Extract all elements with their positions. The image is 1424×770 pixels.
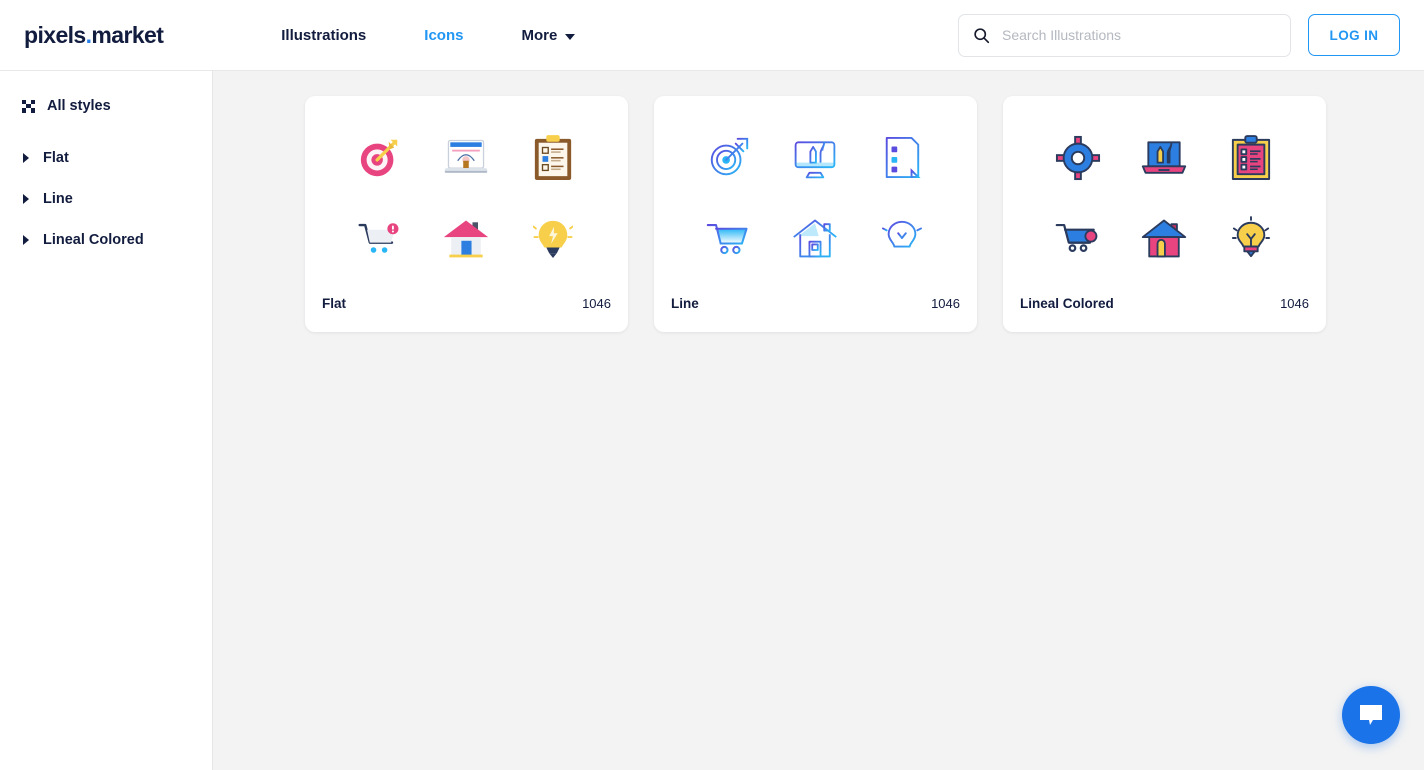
card-count: 1046: [931, 295, 960, 311]
shopping-cart-badge-icon: [354, 212, 406, 264]
caret-right-icon: [23, 194, 29, 204]
logo-text-pixels: p: [24, 21, 38, 48]
sidebar-label-flat: Flat: [43, 150, 69, 166]
logo-text-market: market: [91, 21, 164, 48]
chevron-down-icon: [565, 33, 576, 40]
style-card-line[interactable]: Line 1046: [654, 96, 977, 332]
nav-label-icons: Icons: [424, 26, 464, 44]
laptop-tools-icon: [1138, 132, 1190, 184]
main-nav: Illustrations Icons More: [281, 19, 576, 52]
lightbulb-icon: [1225, 212, 1277, 264]
shopping-cart-icon: [703, 212, 755, 264]
clipboard-checklist-icon: [1225, 132, 1277, 184]
card-footer: Line 1046: [654, 284, 977, 332]
style-card-flat[interactable]: Flat 1046: [305, 96, 628, 332]
sidebar: All styles Flat Line Lineal Colored: [0, 71, 213, 770]
shopping-cart-badge-icon: [1052, 212, 1104, 264]
lightbulb-icon: [527, 212, 579, 264]
house-icon: [789, 212, 841, 264]
card-title: Line: [671, 295, 699, 311]
caret-right-icon: [23, 153, 29, 163]
lightbulb-icon: [876, 212, 928, 264]
chat-bubble-icon: [1360, 705, 1382, 725]
sidebar-label-lineal-colored: Lineal Colored: [43, 232, 144, 248]
main-content: Flat 1046 Line 1046 Lineal Colored 1046: [214, 71, 1424, 770]
clipboard-checklist-icon: [527, 132, 579, 184]
top-header: p i xels. market Illustrations Icons More: [0, 0, 1424, 71]
card-footer: Lineal Colored 1046: [1003, 284, 1326, 332]
target-icon: [1052, 132, 1104, 184]
grid-icon: [22, 99, 35, 113]
caret-right-icon: [23, 235, 29, 245]
nav-label-illustrations: Illustrations: [281, 26, 367, 44]
app-root: p i xels. market Illustrations Icons More: [0, 0, 1424, 770]
card-footer: Flat 1046: [305, 284, 628, 332]
nav-item-more[interactable]: More: [521, 19, 576, 52]
search-input[interactable]: [1002, 27, 1276, 43]
house-icon: [1138, 212, 1190, 264]
card-count: 1046: [582, 295, 611, 311]
nav-label-more: More: [521, 26, 558, 44]
logo-text-xels: xels: [43, 21, 86, 48]
card-title: Lineal Colored: [1020, 295, 1114, 311]
monitor-design-icon: [789, 132, 841, 184]
icon-preview-grid: [1003, 96, 1326, 284]
chat-widget-button[interactable]: [1342, 686, 1400, 744]
site-logo[interactable]: p i xels. market: [24, 21, 164, 49]
laptop-design-icon: [440, 132, 492, 184]
header-right-group: LOG IN: [958, 13, 1400, 57]
target-arrow-icon: [703, 132, 755, 184]
style-card-list: Flat 1046 Line 1046 Lineal Colored 1046: [305, 96, 1424, 332]
search-box[interactable]: [958, 13, 1291, 57]
style-card-lineal-colored[interactable]: Lineal Colored 1046: [1003, 96, 1326, 332]
house-icon: [440, 212, 492, 264]
sidebar-label-line: Line: [43, 191, 73, 207]
sidebar-item-lineal-colored[interactable]: Lineal Colored: [0, 227, 212, 253]
logo-i: i: [37, 21, 44, 48]
nav-item-illustrations[interactable]: Illustrations: [281, 19, 366, 52]
nav-item-icons[interactable]: Icons: [424, 19, 463, 52]
sidebar-item-line[interactable]: Line: [0, 186, 212, 212]
checklist-document-icon: [876, 132, 928, 184]
icon-preview-grid: [654, 96, 977, 284]
icon-preview-grid: [305, 96, 628, 284]
search-icon: [974, 27, 990, 43]
card-title: Flat: [322, 295, 347, 311]
sidebar-item-all-styles[interactable]: All styles: [0, 93, 212, 119]
sidebar-item-flat[interactable]: Flat: [0, 145, 212, 171]
login-button[interactable]: LOG IN: [1308, 14, 1400, 56]
sidebar-label-all-styles: All styles: [47, 98, 111, 114]
card-count: 1046: [1280, 295, 1309, 311]
target-arrow-icon: [354, 132, 406, 184]
